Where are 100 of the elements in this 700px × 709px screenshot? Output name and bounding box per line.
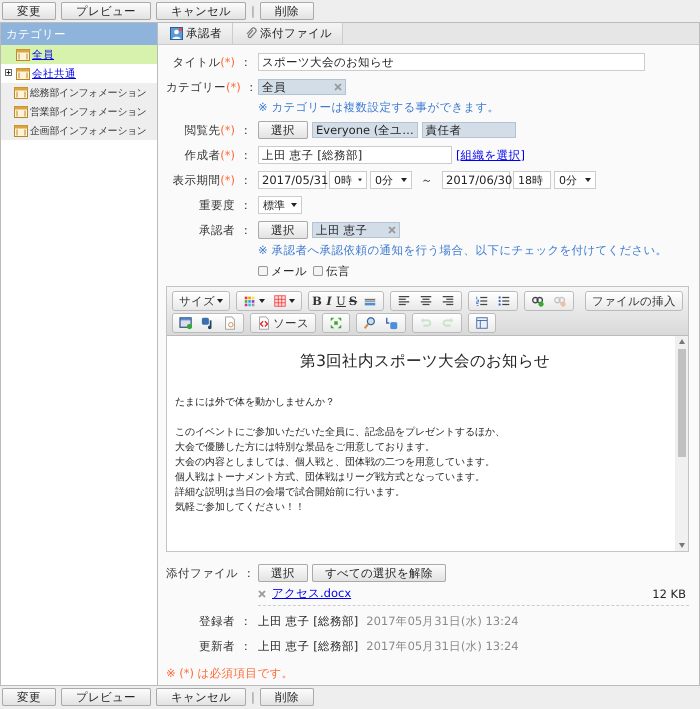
category-link[interactable]: 全員 [32,48,54,62]
document-text: このイベントにご参加いただいた全員に、記念品をプレゼントするほか、 [175,426,506,440]
insert-file-button[interactable]: ファイルの挿入 [588,292,680,310]
dropdown[interactable]: 18時 [513,171,551,189]
category-label: 企画部インフォメーション [30,124,146,138]
toolbar-button[interactable]: 削除 [260,2,314,20]
bold-button[interactable]: B [311,292,323,310]
paperclip-icon [245,27,257,40]
source-button[interactable]: ソース [253,314,313,332]
date-field[interactable]: 2017/05/31 [258,171,326,189]
replace-icon [385,316,399,330]
file-size: 12 KB [652,586,687,600]
sidebar-header: カテゴリー [1,23,157,45]
align-left-icon [397,294,411,308]
text-field[interactable]: スポーツ大会のお知らせ [258,53,645,71]
bullet-list-icon [497,294,511,308]
user-name: 上田 恵子 [総務部] [258,638,358,654]
timestamp: 2017年05月31日(水) 13:24 [366,638,519,654]
italic-button[interactable]: I [323,292,335,310]
toolbar-button[interactable]: キャンセル [156,2,246,20]
category-item[interactable]: 総務部インフォメーション [1,83,157,102]
calendar-icon [16,48,30,61]
checkbox[interactable] [313,266,323,276]
timestamp: 2017年05月31日(水) 13:24 [366,614,519,628]
caret-icon [401,178,407,182]
underline-button[interactable]: U [335,292,347,310]
scrollbar[interactable] [675,336,688,551]
tab-button[interactable]: 添付ファイル [233,23,343,44]
template-icon [475,316,489,330]
toolbar-button[interactable]: プレビュー [61,2,151,20]
category-item[interactable]: 会社共通 [1,64,157,83]
size-dropdown[interactable]: サイズ [175,292,227,310]
category-item[interactable]: 企画部インフォメーション [1,121,157,140]
hint-text: ※ 承認者へ承認依頼の通知を行う場合、以下にチェックを付けてください。 [258,243,668,258]
select-button[interactable]: 選択 [258,221,308,239]
category-item[interactable]: 営業部インフォメーション [1,102,157,121]
caret-icon [217,299,223,303]
remove-icon[interactable] [258,590,266,598]
attach-button[interactable]: 選択 [258,564,308,582]
field-label: カテゴリー(*) ： [166,79,258,96]
toolbar-button[interactable]: 変更 [2,2,56,20]
scroll-down-icon[interactable] [679,543,685,548]
hint-text: ※ カテゴリーは複数設定する事ができます。 [258,100,500,115]
category-link[interactable]: 会社共通 [32,66,76,80]
dropdown[interactable]: 0時 [329,171,367,189]
category-label: 総務部インフォメーション [30,86,146,100]
caret-icon [585,178,591,182]
chip-label: 上田 恵子 [316,222,368,238]
caret-icon [259,299,265,303]
caret-icon [289,299,295,303]
field-label: 表示期間(*) ： [171,172,253,189]
text-field[interactable]: 上田 恵子 [総務部] [258,146,452,164]
caret-icon [358,178,362,182]
dropdown[interactable]: 0分 [370,171,412,189]
range-separator: ～ [421,172,433,188]
scroll-up-icon[interactable] [679,339,685,344]
find-icon [363,316,377,330]
chip-label: 全員 [262,80,286,94]
align-right-icon [441,294,455,308]
document-text: 大会の内容としましては、個人戦と、団体戦の二つを用意しています。 [175,456,496,470]
field-label: 承認者 ： [198,222,253,239]
calendar-icon [14,124,28,137]
calendar-icon [16,67,30,80]
checkbox-label: メール [271,264,307,278]
checkbox[interactable] [258,266,268,276]
user-name: 上田 恵子 [総務部] [258,614,358,628]
field-label: 作成者(*) ： [183,147,253,164]
file-link[interactable]: アクセス.docx [272,586,352,601]
select-button[interactable]: 選択 [258,121,308,139]
dropdown[interactable]: 標準 [258,196,302,214]
image-icon [179,316,193,330]
toolbar-button[interactable]: キャンセル [156,688,246,706]
field-label: 添付ファイル ： [166,565,256,582]
separator: | [251,4,255,18]
tab-button[interactable]: 承認者 [158,23,233,44]
dropdown[interactable]: 0分 [554,171,596,189]
person-card-icon [170,27,183,40]
document-text: 詳細な説明は当日の会場で試合開始前に行います。 [175,486,406,500]
chip-label: Everyone (全ユ… [316,122,414,138]
calendar-icon [14,105,28,118]
caret-icon [291,203,297,207]
toolbar-button[interactable]: 削除 [260,688,314,706]
select-org-link[interactable]: [組織を選択] [456,148,525,162]
toolbar-button[interactable]: 変更 [2,688,56,706]
date-field[interactable]: 2017/06/30 [442,171,510,189]
expand-icon[interactable] [5,69,12,76]
field-label: タイトル(*) ： [171,54,253,71]
document-text: 個人戦はトーナメント方式、団体戦はリーグ戦方式となっています。 [175,470,486,485]
strikethrough-button[interactable]: S [347,292,359,310]
unlink-icon [553,294,567,308]
field-label: 重要度 ： [198,197,253,214]
color-palette-icon [243,294,257,308]
category-item[interactable]: 全員 [1,45,157,64]
toolbar-button[interactable]: プレビュー [61,688,151,706]
link-icon [531,294,545,308]
attach-button[interactable]: すべての選択を解除 [312,564,446,582]
document-text: 気軽ご参加してください！！ [175,500,306,515]
required-note: ※ (*) は必須項目です。 [166,666,295,681]
document-text: 大会で優勝した方には特別な景品をご用意しております。 [175,440,436,455]
preview-icon [223,316,237,330]
